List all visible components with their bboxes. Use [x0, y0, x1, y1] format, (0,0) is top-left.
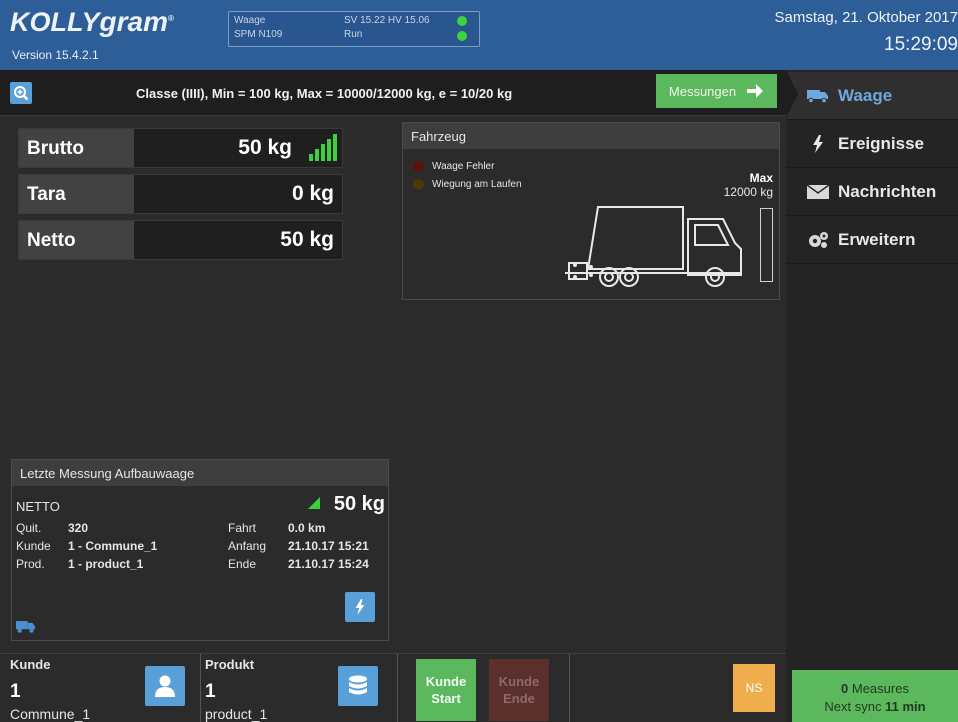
ns-button[interactable]: NS: [733, 664, 775, 712]
sync-value: 11 min: [885, 699, 926, 714]
load-gauge: [760, 208, 773, 282]
tara-row: Tara 0 kg: [18, 174, 343, 214]
sidebar-item-label: Erweitern: [838, 229, 916, 249]
tara-label: Tara: [19, 175, 134, 213]
active-tab-indicator: [786, 70, 798, 118]
ende-value: 21.10.17 15:24: [288, 557, 369, 571]
zoom-in-icon: [14, 86, 29, 101]
prod-label: Prod.: [16, 557, 45, 571]
truck-icon: [16, 621, 36, 633]
quit-value: 320: [68, 521, 89, 535]
tara-value: 0 kg: [291, 182, 334, 205]
kunde-label: Kunde: [16, 539, 51, 553]
sidebar-item-erweitern[interactable]: Erweitern: [786, 216, 958, 264]
kunde-header: Kunde: [10, 657, 51, 672]
gears-icon: [809, 231, 828, 248]
produkt-number: 1: [205, 681, 216, 702]
divider: [397, 654, 398, 722]
arrow-right-icon: [747, 84, 764, 98]
database-icon: [349, 675, 367, 695]
app-header: KOLLYgram® Version 15.4.2.1 Waage SPM N1…: [0, 0, 958, 70]
sidebar-item-nachrichten[interactable]: Nachrichten: [786, 168, 958, 216]
current-time: 15:29:09: [884, 34, 958, 55]
kunde-number: 1: [10, 681, 21, 702]
run-label: Run: [344, 29, 363, 40]
sidebar-item-waage[interactable]: Waage: [786, 72, 958, 120]
kollygram-logo: KOLLYgram®: [10, 6, 174, 37]
weighing-led-icon: [413, 179, 424, 190]
netto-caption: NETTO: [16, 499, 60, 514]
netto-value: 50 kg: [280, 228, 334, 251]
flash-button[interactable]: [345, 592, 375, 622]
anfang-value: 21.10.17 15:21: [288, 539, 369, 553]
sidebar-item-label: Ereignisse: [838, 133, 924, 153]
lightning-icon: [355, 599, 365, 615]
fahrt-value: 0.0 km: [288, 521, 326, 535]
measures-line: 0 Measures: [792, 680, 958, 698]
max-value: 12000 kg: [723, 185, 773, 199]
sidebar-item-ereignisse[interactable]: Ereignisse: [786, 120, 958, 168]
fahrt-label: Fahrt: [228, 521, 257, 535]
wiegung-label: Wiegung am Laufen: [432, 179, 522, 190]
fahrzeug-panel: Fahrzeug Waage Fehler Wiegung am Laufen …: [402, 122, 780, 300]
waage-fehler-label: Waage Fehler: [432, 161, 495, 172]
error-led-icon: [413, 161, 424, 172]
select-customer-button[interactable]: [145, 666, 185, 706]
envelope-icon: [807, 184, 829, 199]
garbage-truck-icon: [565, 206, 742, 287]
run-led-icon: [457, 31, 467, 41]
prod-value: 1 - product_1: [68, 557, 144, 571]
last-netto-value: 50 kg: [333, 493, 385, 515]
zoom-button[interactable]: [10, 82, 32, 104]
status-led-icon: [457, 16, 467, 26]
current-date: Samstag, 21. Oktober 2017: [774, 9, 958, 26]
netto-label: Netto: [19, 221, 134, 259]
user-icon: [155, 675, 175, 697]
main-sidebar: Waage Ereignisse Nachrichten Erweitern: [786, 70, 958, 722]
last-measurement-title: Letzte Messung Aufbauwaage: [12, 460, 388, 486]
spm-label: SPM N109: [234, 29, 283, 40]
divider: [200, 654, 201, 722]
version-label: Version 15.4.2.1: [12, 48, 99, 62]
fahrzeug-title: Fahrzeug: [403, 123, 779, 149]
divider: [569, 654, 570, 722]
sidebar-item-label: Waage: [838, 85, 893, 105]
messungen-button[interactable]: Messungen: [656, 74, 777, 108]
lightning-icon: [813, 134, 823, 153]
kunde-start-button[interactable]: Kunde Start: [416, 659, 476, 721]
bottom-bar: Kunde 1 Commune_1 Produkt 1 product_1 Ku…: [0, 653, 786, 722]
select-product-button[interactable]: [338, 666, 378, 706]
quit-label: Quit.: [16, 521, 42, 535]
truck-icon: [807, 89, 828, 103]
messungen-label: Messungen: [668, 83, 737, 99]
stability-bars-icon: [309, 134, 337, 161]
sync-status-box: 0 Measures Next sync 11 min: [792, 670, 958, 722]
last-measurement-panel: Letzte Messung Aufbauwaage NETTO 50 kg Q…: [11, 459, 389, 641]
produkt-name: product_1: [205, 706, 268, 722]
sync-line: Next sync 11 min: [792, 698, 958, 716]
brutto-row: Brutto 50 kg: [18, 128, 343, 168]
scale-class-bar: Classe (IIII), Min = 100 kg, Max = 10000…: [0, 70, 786, 116]
sidebar-item-label: Nachrichten: [838, 181, 937, 201]
scale-status-box: Waage SPM N109 SV 15.22 HV 15.06 Run: [228, 11, 480, 47]
kunde-value: 1 - Commune_1: [68, 539, 158, 553]
waage-label: Waage: [234, 15, 266, 26]
sync-prefix: Next sync: [824, 699, 886, 714]
sv-hv-label: SV 15.22 HV 15.06: [344, 15, 430, 26]
measures-label: Measures: [848, 681, 909, 696]
kunde-name: Commune_1: [10, 706, 91, 722]
scale-class-text: Classe (IIII), Min = 100 kg, Max = 10000…: [136, 86, 513, 101]
anfang-label: Anfang: [228, 539, 267, 553]
kunde-ende-button[interactable]: Kunde Ende: [489, 659, 549, 721]
brutto-value: 50 kg: [238, 136, 292, 159]
ende-label: Ende: [228, 557, 257, 571]
stability-up-icon: [308, 497, 320, 509]
netto-row: Netto 50 kg: [18, 220, 343, 260]
max-label: Max: [749, 171, 773, 185]
brutto-label: Brutto: [19, 129, 134, 167]
produkt-header: Produkt: [205, 657, 255, 672]
